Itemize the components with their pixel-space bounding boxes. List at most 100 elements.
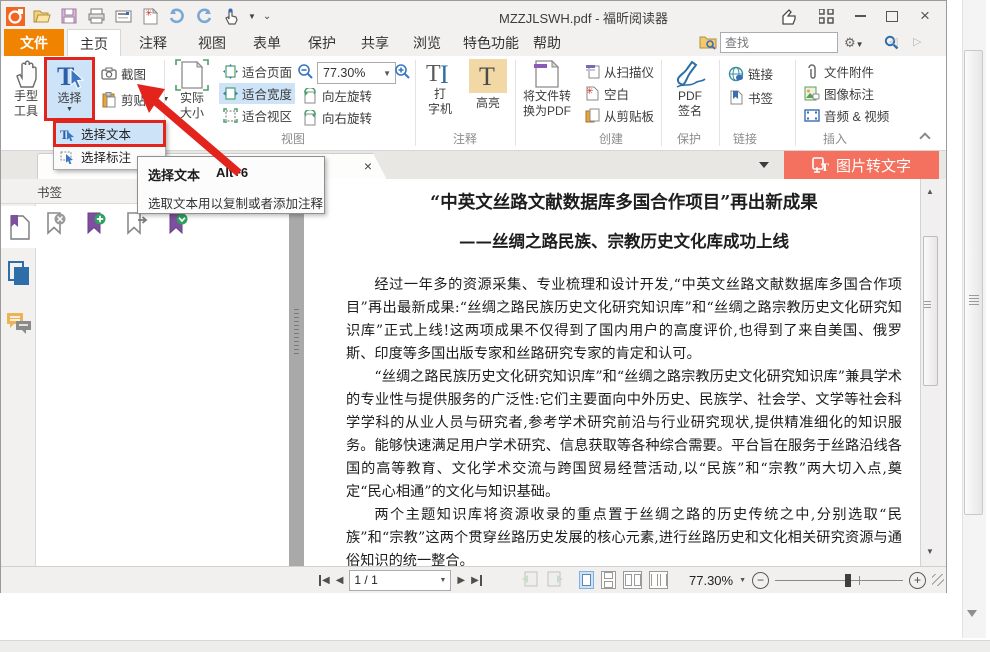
move-bookmark-icon[interactable] xyxy=(124,212,148,239)
rotate-right-button[interactable]: 向右旋转 xyxy=(299,107,375,128)
tab-browse[interactable]: 浏览 xyxy=(401,29,453,56)
nav-forward-icon[interactable]: ▷ xyxy=(913,35,921,48)
link-button[interactable]: 链接 xyxy=(725,63,776,84)
status-zoom-in-icon[interactable]: + xyxy=(909,572,926,589)
zoom-slider-thumb[interactable] xyxy=(845,574,851,587)
zoom-combo[interactable]: 77.30% ▼ xyxy=(317,62,396,84)
tab-comment[interactable]: 注释 xyxy=(127,29,179,56)
minimize-button[interactable] xyxy=(847,6,873,26)
background-scrollbar-thumb[interactable] xyxy=(964,50,983,515)
snapshot-button[interactable]: 截图 xyxy=(98,63,149,84)
clipboard-button[interactable]: 剪贴板 ▼ xyxy=(98,89,172,110)
single-page-view-icon[interactable] xyxy=(579,571,594,589)
tab-view[interactable]: 视图 xyxy=(186,29,238,56)
panel-splitter[interactable] xyxy=(289,179,304,566)
tab-file[interactable]: 文件 xyxy=(4,29,64,56)
resize-grip-icon[interactable] xyxy=(932,574,944,586)
sidebar-tab-pages[interactable] xyxy=(1,252,36,294)
switch-layout-icon[interactable] xyxy=(813,6,839,26)
tab-form[interactable]: 表单 xyxy=(241,29,293,56)
undo-icon[interactable] xyxy=(167,6,187,26)
hand-pointer-tool-icon[interactable] xyxy=(221,6,241,26)
page-combo-arrow-icon: ▼ xyxy=(439,577,446,584)
navigation-sidebar xyxy=(1,204,36,566)
redo-icon[interactable] xyxy=(194,6,214,26)
facing-view-icon[interactable] xyxy=(623,571,642,589)
print-icon[interactable] xyxy=(86,6,106,26)
previous-view-icon[interactable] xyxy=(521,571,538,590)
scrollbar-grip-icon xyxy=(924,301,931,309)
tab-home[interactable]: 主页 xyxy=(67,29,121,57)
fit-page-button[interactable]: 适合页面 xyxy=(219,61,295,82)
share-hand-icon[interactable] xyxy=(776,6,802,26)
email-icon[interactable] xyxy=(113,6,133,26)
ocr-image-to-text-button[interactable]: T 图片转文字 xyxy=(784,151,939,179)
close-button[interactable]: × xyxy=(912,6,938,26)
page-number-combo[interactable]: 1 / 1 ▼ xyxy=(349,570,451,591)
search-folder-icon[interactable] xyxy=(699,34,717,53)
bookmark-button[interactable]: 书签 xyxy=(725,87,776,108)
tab-list-dropdown-icon[interactable] xyxy=(759,162,769,173)
zoom-out-icon[interactable] xyxy=(297,63,314,83)
image-annotation-button[interactable]: 图像标注 xyxy=(801,83,877,104)
save-icon[interactable] xyxy=(59,6,79,26)
add-bookmark-icon[interactable] xyxy=(84,212,106,239)
typewriter-button[interactable]: T I 打 字机 xyxy=(419,59,461,129)
continuous-facing-view-icon[interactable] xyxy=(649,571,668,589)
select-tool-button[interactable]: T 选择 ▼ xyxy=(46,59,93,119)
status-zoom-out-icon[interactable]: − xyxy=(752,572,769,589)
menu-item-select-text[interactable]: T 选择文本 xyxy=(55,122,164,145)
sidebar-tab-bookmarks[interactable] xyxy=(1,206,37,248)
status-zoom-dropdown-icon[interactable]: ▼ xyxy=(739,577,746,584)
customize-qat-icon[interactable]: ⌄ xyxy=(263,11,271,22)
convert-to-pdf-button[interactable]: 将文件转 换为PDF xyxy=(519,59,575,129)
delete-bookmark-icon[interactable] xyxy=(44,212,66,239)
tab-share[interactable]: 共享 xyxy=(349,29,401,56)
file-attachment-button[interactable]: 文件附件 xyxy=(801,61,877,82)
actual-size-button[interactable]: 实际 大小 xyxy=(169,59,215,129)
open-file-icon[interactable] xyxy=(32,6,52,26)
zoom-slider[interactable] xyxy=(775,580,903,581)
blank-document-button[interactable]: ✳ 空白 xyxy=(581,83,632,104)
document-scrollbar-thumb[interactable] xyxy=(923,236,938,386)
pdf-sign-button[interactable]: PDF 签名 xyxy=(666,59,714,129)
svg-text:T: T xyxy=(821,160,829,173)
first-page-icon[interactable]: ◀ xyxy=(319,575,330,586)
fit-width-icon xyxy=(222,86,238,102)
scroll-down-icon[interactable]: ▼ xyxy=(926,547,934,556)
next-page-icon[interactable]: ▶ xyxy=(457,575,465,586)
continuous-view-icon[interactable] xyxy=(601,571,616,589)
typewriter-icon: T I xyxy=(425,59,455,87)
tab-help[interactable]: 帮助 xyxy=(521,29,573,56)
document-scrollbar[interactable]: ▲ ▼ xyxy=(920,179,939,566)
hand-tool-button[interactable]: 手型 工具 xyxy=(3,59,49,129)
fit-width-button[interactable]: 适合宽度 xyxy=(219,83,295,104)
sidebar-tab-comments[interactable] xyxy=(1,302,36,344)
background-scrollbar-down-icon[interactable] xyxy=(967,610,977,622)
tab-close-icon[interactable]: × xyxy=(360,158,376,174)
from-clipboard-button[interactable]: 从剪贴板 xyxy=(581,105,657,126)
svg-text:I: I xyxy=(440,60,449,87)
audio-video-button[interactable]: 音频 & 视频 xyxy=(801,105,892,126)
hand-tool-dropdown-icon[interactable]: ▼ xyxy=(248,12,256,21)
previous-page-icon[interactable]: ◀ xyxy=(336,575,344,586)
next-view-icon[interactable] xyxy=(547,571,564,590)
tab-protect[interactable]: 保护 xyxy=(296,29,348,56)
fit-visible-button[interactable]: 适合视区 xyxy=(219,105,295,126)
tab-features[interactable]: 特色功能 xyxy=(451,29,531,56)
group-label-comment: 注释 xyxy=(453,130,477,147)
restore-button[interactable] xyxy=(879,6,905,26)
from-scanner-button[interactable]: 从扫描仪 xyxy=(581,61,657,82)
new-document-icon[interactable]: ✳ xyxy=(140,6,160,26)
expand-bookmark-icon[interactable] xyxy=(166,212,188,239)
scroll-up-icon[interactable]: ▲ xyxy=(926,187,934,196)
document-paragraph: “丝绸之路民族历史文化研究知识库”和“丝绸之路宗教历史文化研究知识库”兼具学术的… xyxy=(346,366,902,504)
last-page-icon[interactable]: ▶ xyxy=(471,575,482,586)
highlight-button[interactable]: T 高亮 xyxy=(467,59,509,129)
nav-back-icon[interactable]: ◁ xyxy=(889,35,897,48)
document-page[interactable]: “中英文丝路文献数据库多国合作项目”再出新成果 ——丝绸之路民族、宗教历史文化库… xyxy=(304,179,920,566)
zoom-in-icon[interactable] xyxy=(394,63,411,83)
rotate-left-button[interactable]: 向左旋转 xyxy=(299,85,375,106)
gear-icon[interactable]: ⚙▼ xyxy=(844,35,864,51)
collapse-ribbon-icon[interactable] xyxy=(919,132,930,143)
